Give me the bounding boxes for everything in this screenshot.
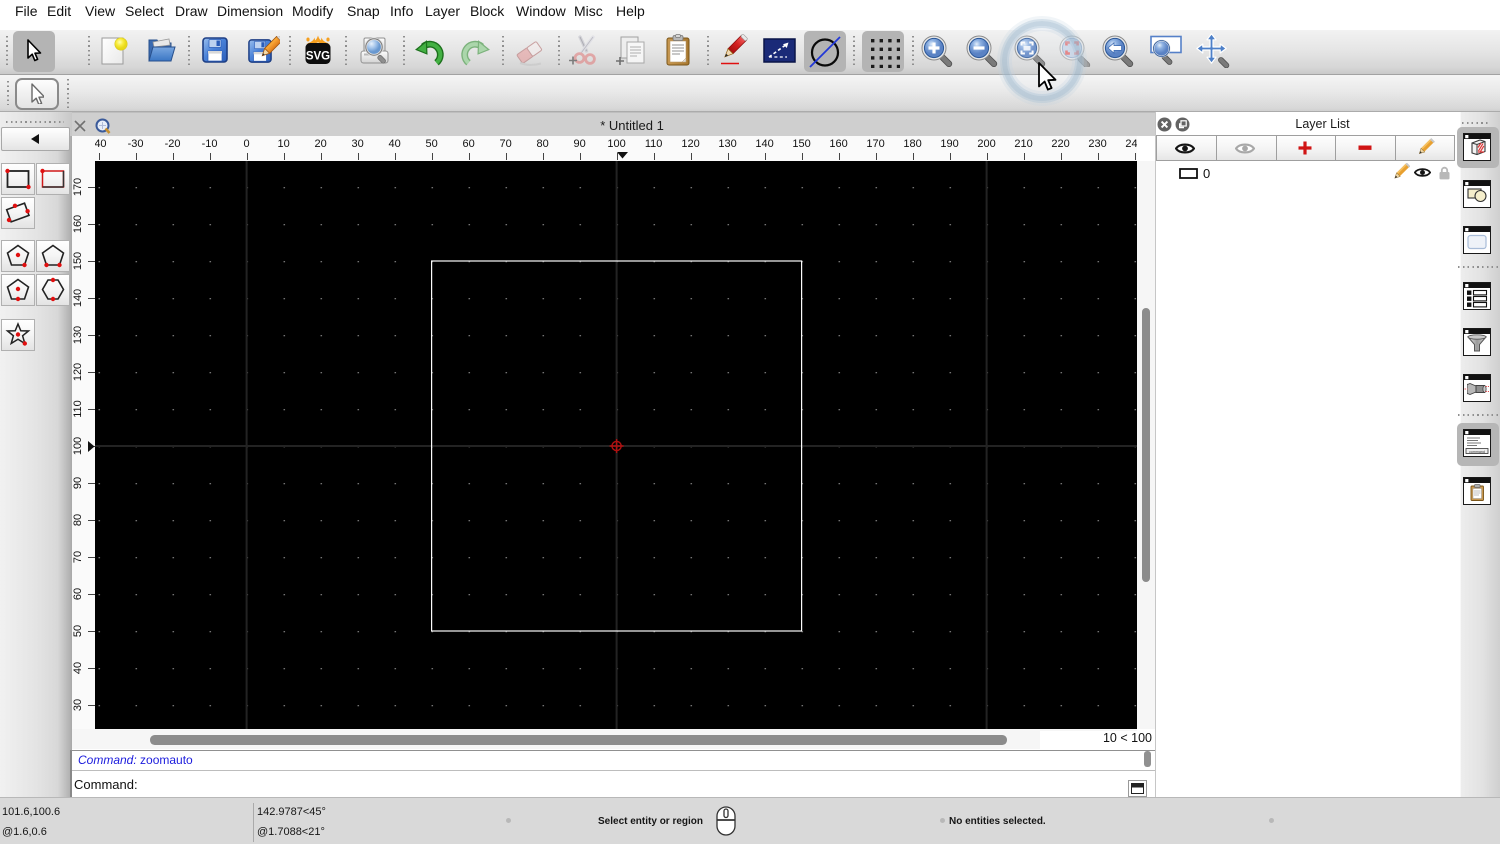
svg-text:command: command xyxy=(1469,450,1485,454)
svg-text:SVG: SVG xyxy=(306,51,330,63)
